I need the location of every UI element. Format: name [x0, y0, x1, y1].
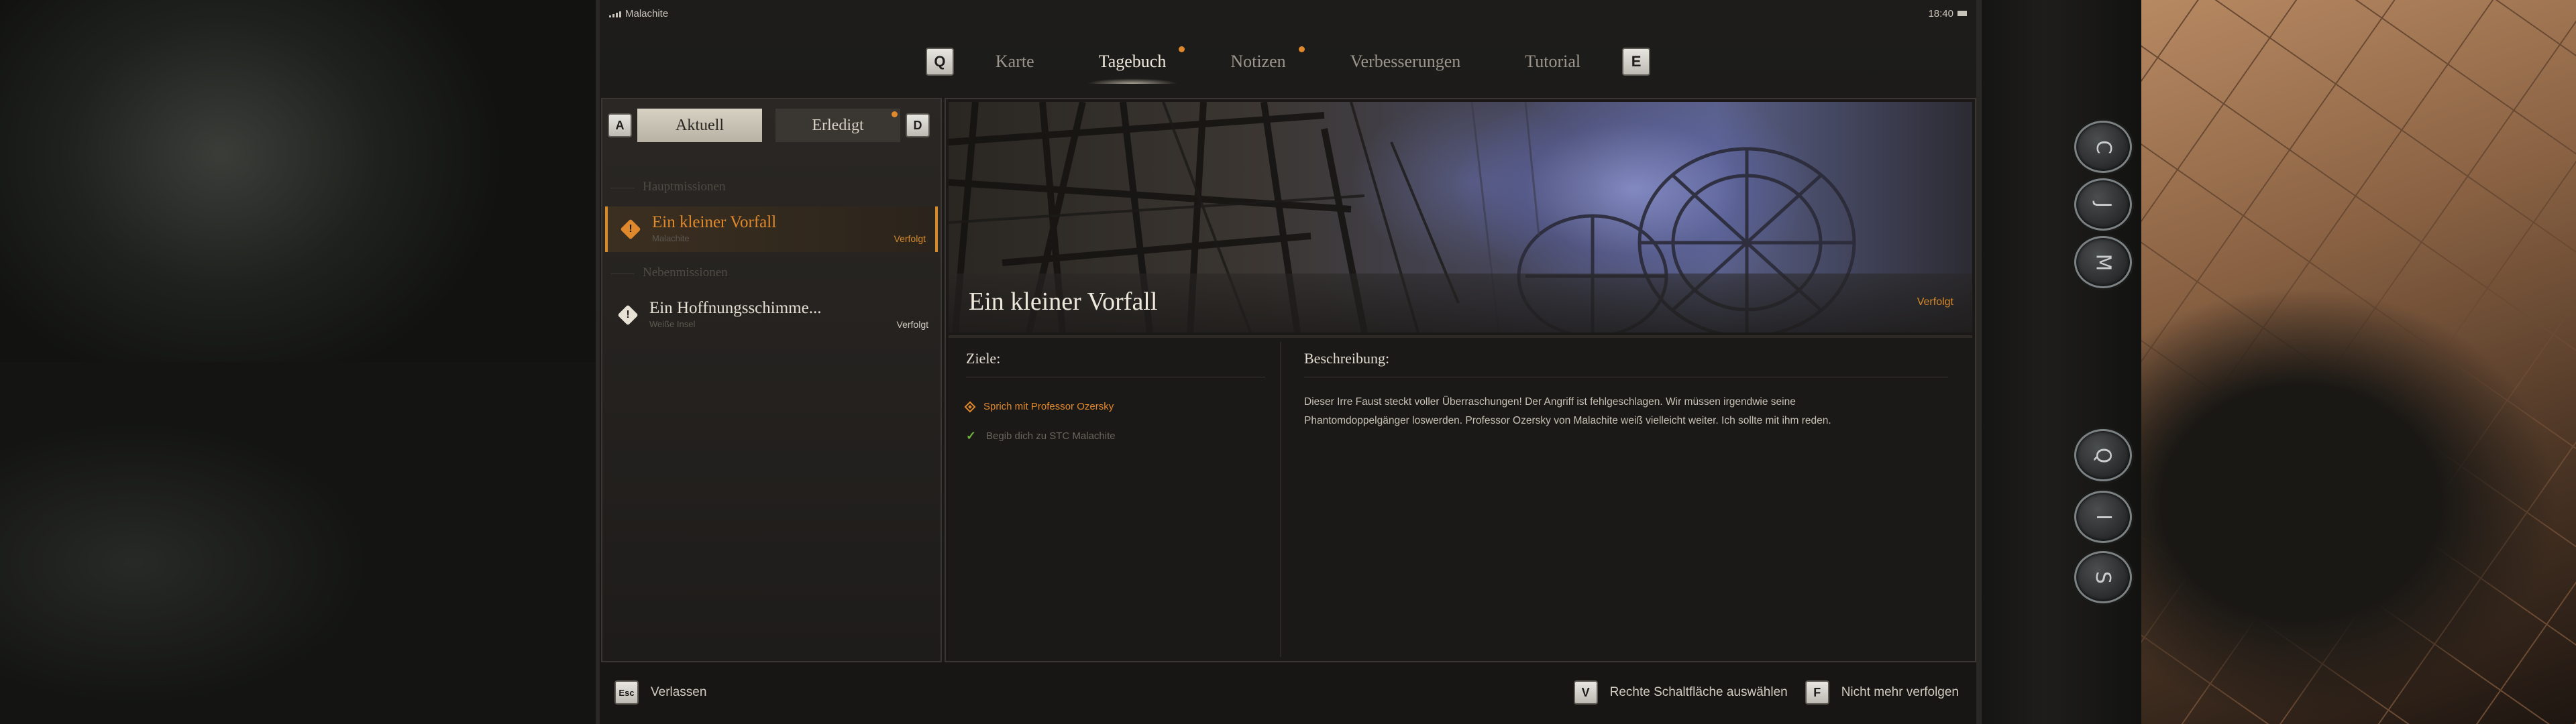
leave-hint[interactable]: Esc Verlassen: [614, 680, 706, 705]
filter-done-button[interactable]: Erledigt: [775, 109, 900, 142]
quest-detail-title: Ein kleiner Vorfall: [969, 288, 1158, 316]
quest-status: Verfolgt: [894, 233, 926, 244]
quest-detail-status: Verfolgt: [1917, 296, 1953, 308]
side-button-j[interactable]: J: [2074, 178, 2132, 231]
tab-tutorial[interactable]: Tutorial: [1523, 45, 1582, 78]
bottom-hint-bar: Esc Verlassen V Rechte Schaltfläche ausw…: [600, 664, 1976, 721]
untrack-hint[interactable]: F Nicht mehr verfolgen: [1805, 680, 1959, 705]
checkmark-icon: ✓: [966, 429, 977, 442]
section-header-side: Nebenmissionen: [643, 265, 728, 280]
objective-item-done: ✓ Begib dich zu STC Malachite: [966, 429, 1116, 442]
side-button-m[interactable]: M: [2074, 236, 2132, 288]
untrack-label: Nicht mehr verfolgen: [1841, 685, 1959, 699]
section-header-main: Hauptmissionen: [643, 180, 726, 194]
tab-prev-key[interactable]: Q: [925, 48, 954, 76]
new-indicator-dot: [892, 111, 898, 117]
quest-item-side[interactable]: ! Ein Hoffnungsschimme... Weiße Insel Ve…: [605, 292, 938, 338]
description-header: Beschreibung:: [1304, 350, 1390, 367]
select-right-hint[interactable]: V Rechte Schaltfläche auswählen: [1573, 680, 1788, 705]
world-background-right: [2127, 0, 2576, 724]
objective-item-active: Sprich mit Professor Ozersky: [964, 401, 1114, 412]
quest-description: Dieser Irre Faust steckt voller Überrasc…: [1304, 396, 1831, 426]
quest-title: Ein kleiner Vorfall: [652, 213, 777, 231]
tab-next-key[interactable]: E: [1622, 48, 1651, 76]
esc-key[interactable]: Esc: [614, 680, 639, 705]
tab-verbesserungen[interactable]: Verbesserungen: [1349, 45, 1462, 78]
clock: 18:40: [1928, 7, 1953, 19]
quest-item-main[interactable]: ! Ein kleiner Vorfall Malachite Verfolgt: [605, 206, 938, 252]
leave-label: Verlassen: [651, 685, 707, 699]
new-indicator-dot: [1298, 46, 1305, 52]
side-button-s[interactable]: S: [2074, 551, 2132, 603]
side-button-q[interactable]: Q: [2074, 429, 2132, 481]
filter-row: A Aktuell Erledigt D: [608, 107, 936, 143]
tab-tagebuch[interactable]: Tagebuch: [1086, 45, 1185, 84]
status-bar: Malachite 18:40: [600, 0, 1976, 27]
v-key[interactable]: V: [1573, 680, 1598, 705]
detail-divider: [949, 335, 1972, 338]
select-right-label: Rechte Schaltfläche auswählen: [1609, 685, 1788, 699]
pda-side-panel: [1980, 0, 2141, 724]
filter-prev-key[interactable]: A: [608, 113, 632, 137]
main-tabs: Q Karte Tagebuch Notizen Verbesserungen …: [600, 29, 1976, 94]
quest-detail-panel: Ein kleiner Vorfall Verfolgt Ziele: Besc…: [945, 98, 1976, 662]
f-key[interactable]: F: [1805, 680, 1829, 705]
carrier-name: Malachite: [625, 7, 669, 19]
tab-notizen[interactable]: Notizen: [1229, 45, 1305, 78]
filter-next-key[interactable]: D: [906, 113, 930, 137]
quest-status: Verfolgt: [896, 319, 928, 330]
exclamation-diamond-icon: !: [620, 219, 641, 240]
tab-karte[interactable]: Karte: [994, 45, 1036, 78]
battery-icon: [1957, 11, 1967, 16]
exclamation-diamond-icon: !: [617, 304, 639, 326]
quest-location: Weiße Insel: [649, 319, 696, 329]
world-background-left: [0, 0, 597, 724]
quest-banner-image: Ein kleiner Vorfall Verfolgt: [949, 102, 1972, 333]
filter-current-button[interactable]: Aktuell: [637, 109, 762, 142]
quest-title: Ein Hoffnungsschimme...: [649, 299, 822, 317]
column-divider: [1280, 342, 1281, 657]
objectives-header: Ziele:: [966, 350, 1001, 367]
diamond-icon: [964, 401, 976, 412]
side-button-c[interactable]: C: [2074, 121, 2132, 173]
side-button-i[interactable]: I: [2074, 491, 2132, 543]
new-indicator-dot: [1179, 46, 1185, 52]
quest-location: Malachite: [652, 233, 690, 243]
quest-list-panel: A Aktuell Erledigt D Hauptmissionen ! Ei…: [601, 98, 942, 662]
signal-icon: [609, 9, 621, 17]
